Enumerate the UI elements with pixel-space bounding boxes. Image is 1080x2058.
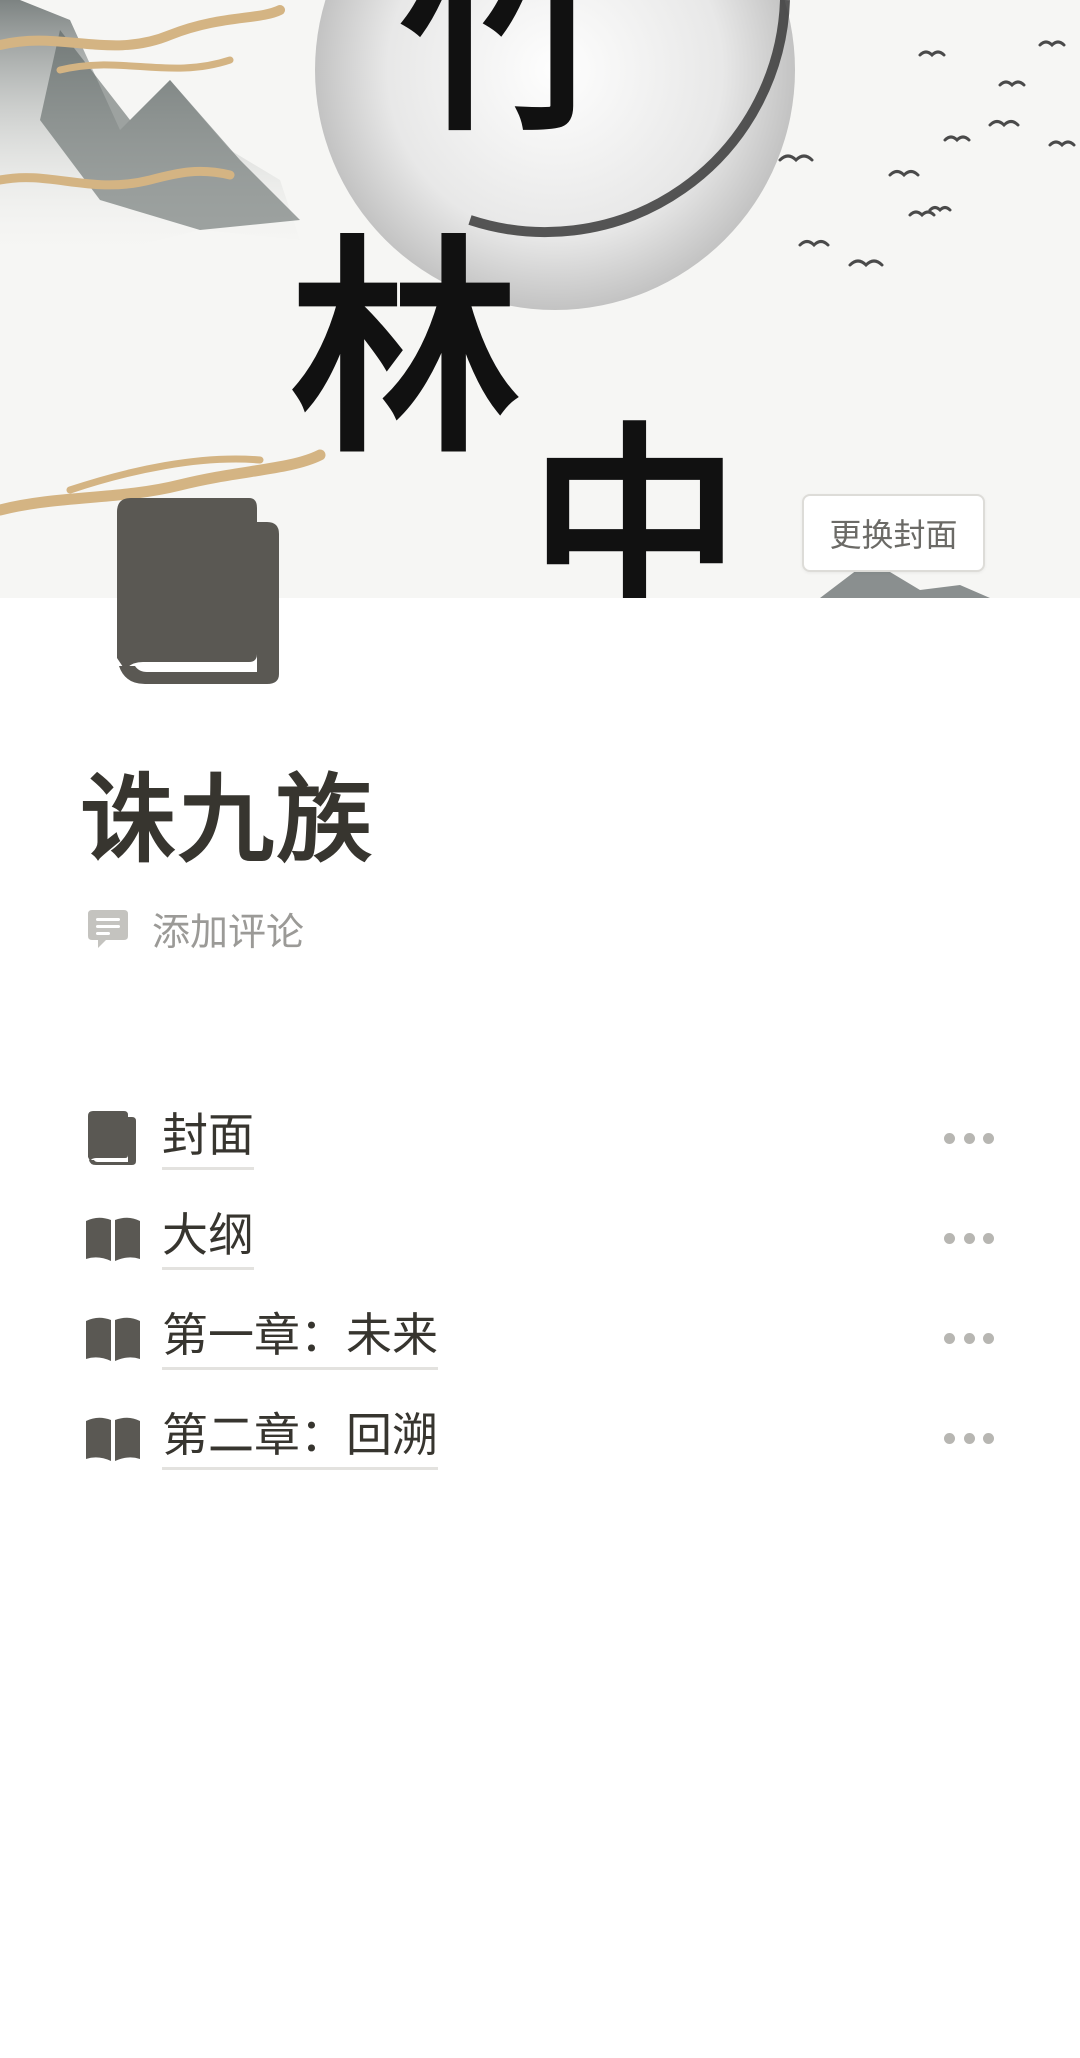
subpage-item-chapter-2[interactable]: 第二章：回溯 xyxy=(84,1388,994,1488)
page-book-icon[interactable] xyxy=(117,498,282,686)
subpage-item-chapter-1[interactable]: 第一章：未来 xyxy=(84,1288,994,1388)
change-cover-button[interactable]: 更换封面 xyxy=(802,494,985,572)
closed-book-icon xyxy=(84,1109,142,1167)
subpage-item-outline[interactable]: 大纲 xyxy=(84,1188,994,1288)
open-book-icon xyxy=(84,1309,142,1367)
more-options-icon[interactable] xyxy=(944,1228,994,1248)
page-title[interactable]: 诛九族 xyxy=(80,760,374,880)
comment-icon xyxy=(86,906,130,950)
open-book-icon xyxy=(84,1409,142,1467)
add-comment-button[interactable]: 添加评论 xyxy=(86,898,304,958)
subpage-label: 封面 xyxy=(162,1107,254,1170)
open-book-icon xyxy=(84,1209,142,1267)
more-options-icon[interactable] xyxy=(944,1328,994,1348)
subpage-list: 封面 大纲 第一章：未来 第二章：回溯 xyxy=(84,1088,994,1488)
cover-calligraphy-1: 竹 xyxy=(400,0,610,160)
subpage-item-cover[interactable]: 封面 xyxy=(84,1088,994,1188)
more-options-icon[interactable] xyxy=(944,1128,994,1148)
subpage-label: 第一章：未来 xyxy=(162,1307,438,1370)
cover-calligraphy-2: 林 xyxy=(290,215,520,485)
more-options-icon[interactable] xyxy=(944,1428,994,1448)
add-comment-label: 添加评论 xyxy=(152,909,305,954)
cover-calligraphy-3: 中 xyxy=(530,403,740,598)
book-icon xyxy=(117,498,279,684)
subpage-label: 第二章：回溯 xyxy=(162,1407,438,1470)
subpage-label: 大纲 xyxy=(162,1207,254,1270)
